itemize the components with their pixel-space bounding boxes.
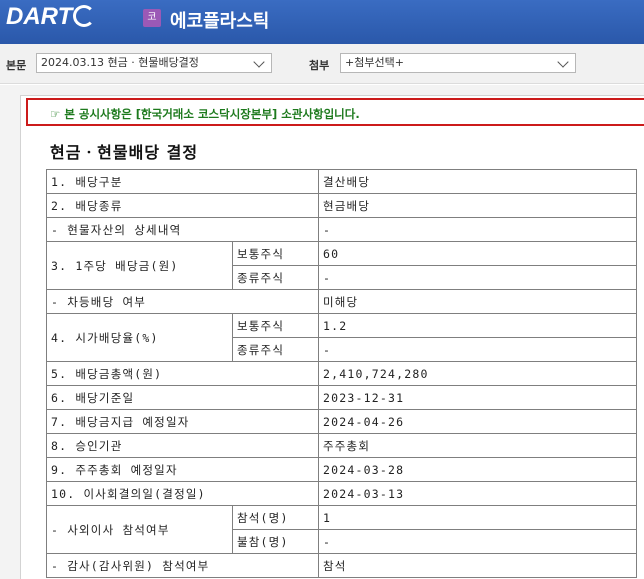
document-title: 현금ㆍ현물배당 결정 [50,143,199,162]
row-label: 8. 승인기관 [46,433,319,458]
body-select[interactable]: 2024.03.13 현금 · 현물배당결정 [36,53,272,73]
row-label: 9. 주주총회 예정일자 [46,457,319,482]
attach-select-value: +첨부선택+ [345,56,404,69]
row-value: 2024-04-26 [318,409,637,434]
body-label: 본문 [6,59,27,72]
table-row: - 현물자산의 상세내역 - [46,217,637,242]
corp-class-badge: 코 [143,9,161,27]
dart-logo[interactable]: DART [6,3,96,31]
row-label: 5. 배당금총액(원) [46,361,319,386]
company-name[interactable]: 에코플라스틱 [170,7,269,33]
app-header: DART 코 에코플라스틱 [0,0,644,44]
logo-text: DART [6,3,73,30]
row-sublabel: 종류주식 [232,337,319,362]
row-sublabel: 참석(명) [232,505,319,530]
row-value: - [318,337,637,362]
document-toolbar: 본문 2024.03.13 현금 · 현물배당결정 첨부 +첨부선택+ [0,44,644,84]
dividend-table: 1. 배당구분 결산배당 2. 배당종류 현금배당 - 현물자산의 상세내역 -… [46,169,637,578]
row-value: 참석 [318,553,637,578]
table-row: 6. 배당기준일 2023-12-31 [46,385,637,410]
row-label: 3. 1주당 배당금(원) [46,241,233,290]
row-sublabel: 종류주식 [232,265,319,290]
table-row: 3. 1주당 배당금(원) 보통주식 60 [46,241,637,290]
row-value: 미해당 [318,289,637,314]
row-value: 현금배당 [318,193,637,218]
jurisdiction-notice: ☞ 본 공시사항은 [한국거래소 코스닥시장본부] 소관사항입니다. [26,98,644,126]
row-label: - 현물자산의 상세내역 [46,217,319,242]
row-value: 결산배당 [318,169,637,194]
row-sublabel: 불참(명) [232,529,319,554]
table-row: 4. 시가배당율(%) 보통주식 1.2 [46,313,637,362]
body-select-value: 2024.03.13 현금 · 현물배당결정 [41,56,199,69]
row-sublabel: 보통주식 [232,313,319,338]
table-row: - 차등배당 여부 미해당 [46,289,637,314]
table-row: 1. 배당구분 결산배당 [46,169,637,194]
row-value: 2024-03-13 [318,481,637,506]
row-label: - 감사(감사위원) 참석여부 [46,553,319,578]
row-value: 2023-12-31 [318,385,637,410]
row-label: 10. 이사회결의일(결정일) [46,481,319,506]
table-row: 9. 주주총회 예정일자 2024-03-28 [46,457,637,482]
logo-swirl-icon [73,5,96,27]
row-label: 7. 배당금지급 예정일자 [46,409,319,434]
table-row: 2. 배당종류 현금배당 [46,193,637,218]
table-row: - 사외이사 참석여부 참석(명) 1 [46,505,637,554]
notice-text: ☞ 본 공시사항은 [한국거래소 코스닥시장본부] 소관사항입니다. [50,107,360,121]
table-row: 7. 배당금지급 예정일자 2024-04-26 [46,409,637,434]
attach-select[interactable]: +첨부선택+ [340,53,576,73]
row-label: 2. 배당종류 [46,193,319,218]
row-value: 2024-03-28 [318,457,637,482]
row-value: - [318,265,637,290]
chevron-down-icon [253,56,265,68]
row-sublabel: 보통주식 [232,241,319,266]
row-label: - 차등배당 여부 [46,289,319,314]
table-row: 8. 승인기관 주주총회 [46,433,637,458]
table-row: - 감사(감사위원) 참석여부 참석 [46,553,637,578]
row-value: 주주총회 [318,433,637,458]
row-label: 6. 배당기준일 [46,385,319,410]
row-label: 1. 배당구분 [46,169,319,194]
chevron-down-icon [557,56,569,68]
table-row: 5. 배당금총액(원) 2,410,724,280 [46,361,637,386]
row-label: 4. 시가배당율(%) [46,313,233,362]
row-value: - [318,217,637,242]
row-value: 1 [318,505,637,530]
row-value: - [318,529,637,554]
table-row: 10. 이사회결의일(결정일) 2024-03-13 [46,481,637,506]
row-value: 1.2 [318,313,637,338]
row-label: - 사외이사 참석여부 [46,505,233,554]
row-value: 2,410,724,280 [318,361,637,386]
row-value: 60 [318,241,637,266]
attach-label: 첨부 [309,59,330,72]
